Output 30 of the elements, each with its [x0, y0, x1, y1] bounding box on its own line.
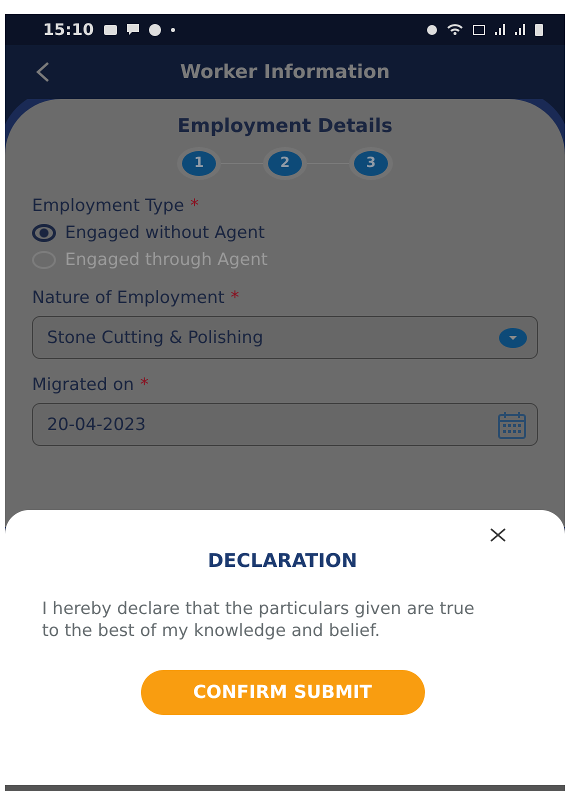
radio-label[interactable]: Engaged without Agent	[65, 223, 265, 243]
battery-icon	[535, 24, 543, 36]
field-label: Employment Type	[32, 196, 184, 216]
date-field[interactable]: 20-04-2023	[32, 403, 538, 446]
radio-button[interactable]	[32, 224, 56, 242]
wifi-icon	[447, 24, 463, 35]
step-indicator: 3	[354, 151, 388, 176]
confirm-submit-button[interactable]: CONFIRM SUBMIT	[140, 670, 424, 715]
signal-icon	[515, 24, 525, 35]
field-label: Migrated on	[32, 375, 134, 395]
section-title: Employment Details	[176, 115, 394, 137]
dialog-title: DECLARATION	[206, 550, 358, 572]
field-label: Nature of Employment	[32, 288, 225, 308]
screen-title: Worker Information	[180, 61, 390, 83]
status-time: 15:10	[43, 20, 94, 39]
declaration-text: I hereby declare that the particulars given are true to the best of my knowledge and belief.	[41, 598, 476, 642]
image-icon	[104, 24, 117, 34]
back-icon[interactable]	[35, 61, 51, 83]
calendar-icon	[497, 410, 527, 440]
signal-icon	[495, 24, 505, 35]
dot-icon	[170, 28, 175, 32]
step-indicator: 1	[182, 151, 216, 176]
required-mark: *	[190, 196, 199, 216]
required-mark: *	[230, 288, 240, 308]
required-mark: *	[140, 375, 149, 395]
dropdown-icon	[499, 328, 527, 348]
message-icon	[126, 24, 139, 35]
close-icon[interactable]	[489, 528, 507, 542]
step-indicator: 2	[268, 151, 302, 176]
dropdown-field[interactable]: Stone Cutting & Polishing	[32, 316, 538, 359]
